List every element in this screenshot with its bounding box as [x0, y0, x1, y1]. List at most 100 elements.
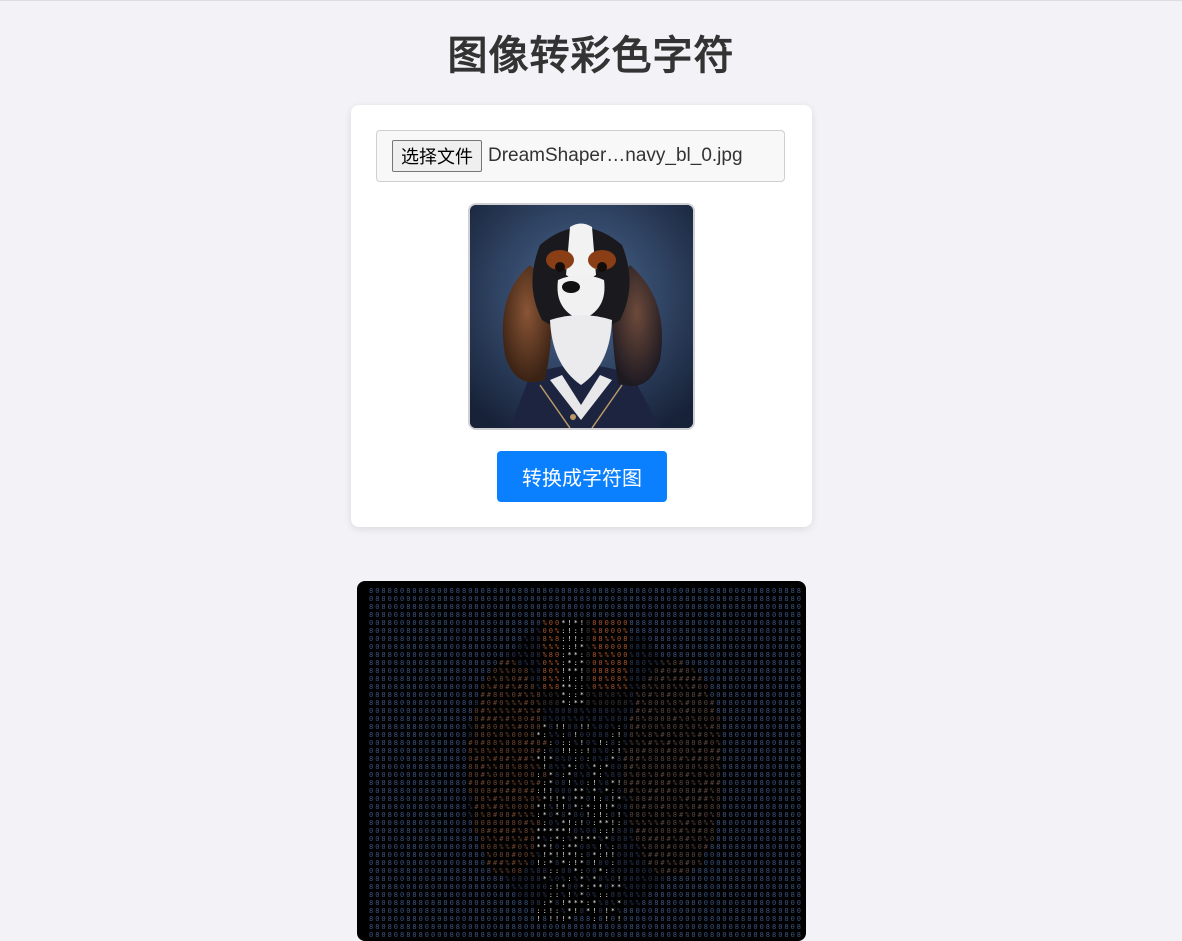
ascii-char: 8: [623, 731, 627, 739]
ascii-char: 8: [456, 771, 460, 779]
ascii-char: 0: [561, 923, 565, 931]
ascii-char: *: [574, 787, 578, 795]
file-input[interactable]: 选择文件 DreamShaper…navy_bl_0.jpg: [376, 130, 785, 182]
ascii-char: %: [673, 739, 678, 747]
ascii-char: :: [586, 755, 590, 763]
ascii-char: 0: [437, 587, 441, 595]
ascii-char: 0: [722, 883, 726, 891]
ascii-char: 0: [431, 611, 435, 619]
ascii-char: %: [505, 731, 510, 739]
ascii-char: 8: [543, 603, 547, 611]
ascii-char: :: [580, 683, 584, 691]
ascii-char: !: [592, 859, 596, 867]
ascii-char: 8: [623, 787, 627, 795]
ascii-char: 8: [704, 907, 708, 915]
ascii-char: 8: [431, 811, 435, 819]
ascii-char: 0: [735, 659, 739, 667]
ascii-char: 0: [375, 843, 379, 851]
ascii-char: 0: [747, 755, 751, 763]
ascii-char: 0: [530, 915, 534, 923]
ascii-char: 0: [747, 763, 751, 771]
ascii-char: 8: [778, 755, 782, 763]
ascii-char: 0: [381, 795, 385, 803]
ascii-char: #: [698, 827, 703, 835]
ascii-char: 0: [431, 827, 435, 835]
choose-file-button[interactable]: 选择文件: [392, 140, 482, 172]
ascii-char: 0: [753, 723, 757, 731]
ascii-char: 0: [468, 699, 472, 707]
ascii-char: 8: [679, 595, 683, 603]
ascii-char: 8: [443, 627, 447, 635]
ascii-char: 8: [425, 715, 429, 723]
ascii-char: 0: [468, 891, 472, 899]
ascii-char: 8: [747, 627, 751, 635]
ascii-char: 8: [735, 851, 739, 859]
ascii-char: :: [567, 643, 571, 651]
ascii-char: 8: [778, 739, 782, 747]
ascii-char: :: [586, 779, 590, 787]
ascii-char: %: [549, 643, 554, 651]
ascii-char: 8: [704, 707, 708, 715]
ascii-char: 0: [425, 771, 429, 779]
ascii-char: %: [592, 739, 597, 747]
ascii-char: 8: [667, 611, 671, 619]
ascii-char: 0: [443, 923, 447, 931]
ascii-char: *: [592, 899, 596, 907]
ascii-char: 8: [636, 795, 640, 803]
ascii-char: 8: [735, 667, 739, 675]
ascii-char: 0: [766, 811, 770, 819]
ascii-char: 8: [617, 587, 621, 595]
ascii-char: 0: [419, 859, 423, 867]
ascii-char: #: [499, 659, 504, 667]
ascii-char: 8: [797, 923, 801, 931]
ascii-char: :: [567, 691, 571, 699]
ascii-char: 8: [735, 907, 739, 915]
ascii-char: %: [629, 859, 634, 867]
ascii-char: 8: [784, 659, 788, 667]
ascii-char: 8: [369, 907, 373, 915]
ascii-char: 0: [685, 923, 689, 931]
convert-button[interactable]: 转换成字符图: [497, 451, 667, 502]
ascii-char: 8: [704, 651, 708, 659]
ascii-char: 0: [462, 779, 466, 787]
ascii-char: %: [704, 771, 709, 779]
ascii-char: 0: [698, 923, 702, 931]
ascii-char: %: [704, 691, 709, 699]
ascii-char: 0: [654, 747, 658, 755]
ascii-char: 0: [716, 651, 720, 659]
ascii-char: 0: [394, 875, 398, 883]
ascii-char: 0: [530, 843, 534, 851]
ascii-char: 8: [437, 851, 441, 859]
ascii-char: #: [667, 843, 672, 851]
ascii-char: %: [524, 843, 529, 851]
ascii-char: 8: [660, 779, 664, 787]
ascii-char: 0: [450, 675, 454, 683]
ascii-char: 8: [450, 683, 454, 691]
ascii-char: %: [648, 819, 653, 827]
ascii-char: 8: [722, 755, 726, 763]
ascii-char: *: [549, 859, 553, 867]
ascii-char: 0: [425, 875, 429, 883]
ascii-char: %: [629, 683, 634, 691]
ascii-char: #: [685, 675, 690, 683]
ascii-char: #: [698, 691, 703, 699]
ascii-char: 0: [406, 595, 410, 603]
ascii-char: 8: [375, 899, 379, 907]
ascii-char: :: [574, 755, 578, 763]
ascii-char: 8: [574, 611, 578, 619]
ascii-char: 8: [369, 699, 373, 707]
ascii-char: 8: [722, 859, 726, 867]
ascii-char: 0: [468, 827, 472, 835]
ascii-char: 0: [716, 867, 720, 875]
ascii-char: 8: [791, 651, 795, 659]
ascii-char: 8: [574, 707, 578, 715]
ascii-char: %: [636, 891, 641, 899]
ascii-char: 8: [443, 819, 447, 827]
ascii-char: 0: [760, 891, 764, 899]
ascii-char: 0: [505, 883, 509, 891]
ascii-char: 8: [741, 867, 745, 875]
ascii-char: 0: [747, 619, 751, 627]
ascii-char: 0: [753, 779, 757, 787]
ascii-char: 0: [437, 611, 441, 619]
ascii-char: 0: [412, 619, 416, 627]
